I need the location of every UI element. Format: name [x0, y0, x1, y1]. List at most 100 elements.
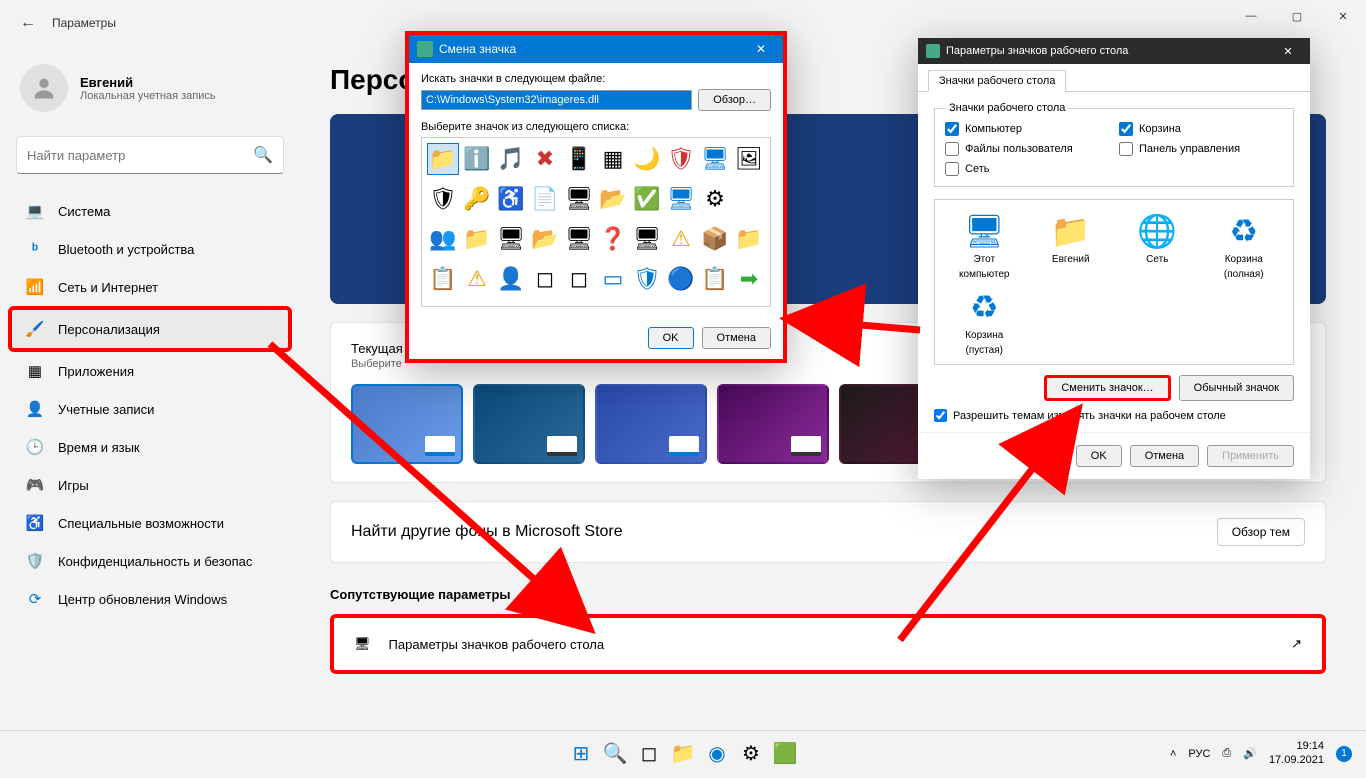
change-icon-button[interactable]: Сменить значок…: [1044, 375, 1170, 401]
tray-chevron-icon[interactable]: ˄: [1170, 748, 1176, 760]
icon-grid[interactable]: 📁 ℹ️ 🎵 ✖ 📱 ▦ 🌙 🛡 🖥 🖼 🛡 🔑 ♿ 📄 🖥 📂 ✅ 🖥 ⚙ 👥…: [421, 137, 771, 307]
icon-path-input[interactable]: [421, 90, 692, 110]
icon-option[interactable]: ✖: [530, 144, 560, 174]
icon-option[interactable]: ◻: [564, 264, 594, 294]
notification-badge[interactable]: 1: [1336, 746, 1352, 762]
icon-preview-list[interactable]: 🖥Этоткомпьютер 📁Евгений 🌐Сеть ♻Корзина(п…: [934, 199, 1294, 365]
icon-option[interactable]: 📁: [428, 144, 458, 174]
icon-option[interactable]: 🔑: [462, 184, 492, 214]
icon-option[interactable]: ➡: [734, 264, 764, 294]
chk-userfiles-input[interactable]: [945, 142, 959, 156]
desktop-icons-tab[interactable]: Значки рабочего стола: [928, 70, 1066, 92]
preview-icon-network[interactable]: 🌐Сеть: [1118, 212, 1197, 280]
minimize-button[interactable]: —: [1228, 0, 1274, 32]
icon-option[interactable]: 🖥: [632, 224, 662, 254]
icon-option[interactable]: ♿: [496, 184, 526, 214]
nav-personalization[interactable]: 🖌️Персонализация: [8, 306, 292, 352]
icon-option[interactable]: 🎵: [496, 144, 526, 174]
network-tray-icon[interactable]: ⎙: [1222, 747, 1231, 760]
nav-accessibility[interactable]: ♿Специальные возможности: [12, 504, 288, 542]
nav-gaming[interactable]: 🎮Игры: [12, 466, 288, 504]
icon-option[interactable]: 👥: [428, 224, 458, 254]
nav-bluetooth[interactable]: ᵇBluetooth и устройства: [12, 230, 288, 268]
icon-option[interactable]: 🔵: [666, 264, 696, 294]
icon-option[interactable]: 🌙: [632, 144, 662, 174]
search-button[interactable]: 🔍: [601, 740, 629, 768]
edge-button[interactable]: ◉: [703, 740, 731, 768]
close-button[interactable]: ✕: [1320, 0, 1366, 32]
ok-button[interactable]: OK: [648, 327, 694, 349]
icon-option[interactable]: ⚠: [666, 224, 696, 254]
browse-button[interactable]: Обзор…: [698, 89, 771, 111]
icon-option[interactable]: 📁: [462, 224, 492, 254]
preview-icon-recycle-empty[interactable]: ♻Корзина(пустая): [945, 288, 1024, 356]
icon-option[interactable]: 🛡: [428, 184, 458, 214]
back-button[interactable]: ←: [20, 14, 36, 32]
search-box[interactable]: 🔍: [16, 136, 284, 174]
icon-option[interactable]: ⚠: [462, 264, 492, 294]
settings-button[interactable]: ⚙: [737, 740, 765, 768]
icon-option[interactable]: 🖥: [564, 224, 594, 254]
volume-tray-icon[interactable]: 🔊: [1243, 747, 1257, 760]
maximize-button[interactable]: ▢: [1274, 0, 1320, 32]
task-view-button[interactable]: ◻: [635, 740, 663, 768]
nav-apps[interactable]: ▦Приложения: [12, 352, 288, 390]
theme-option-4[interactable]: [717, 384, 829, 464]
chk-recycle[interactable]: Корзина: [1119, 122, 1283, 136]
chk-network[interactable]: Сеть: [945, 162, 1109, 176]
preview-icon-computer[interactable]: 🖥Этоткомпьютер: [945, 212, 1024, 280]
icon-option[interactable]: 📋: [428, 264, 458, 294]
icon-option[interactable]: ✅: [632, 184, 662, 214]
icon-option[interactable]: 📁: [734, 224, 764, 254]
icon-option[interactable]: ◻: [530, 264, 560, 294]
theme-option-3[interactable]: [595, 384, 707, 464]
icon-option[interactable]: 📦: [700, 224, 730, 254]
chk-control-input[interactable]: [1119, 142, 1133, 156]
dialog-close-button[interactable]: ✕: [1274, 45, 1302, 58]
icon-option[interactable]: 🖥: [700, 144, 730, 174]
start-button[interactable]: ⊞: [567, 740, 595, 768]
icon-option[interactable]: 🖥: [496, 224, 526, 254]
user-block[interactable]: Евгений Локальная учетная запись: [8, 46, 292, 130]
nav-privacy[interactable]: 🛡️Конфиденциальность и безопас: [12, 542, 288, 580]
icon-option[interactable]: 🛡: [632, 264, 662, 294]
icon-option[interactable]: ❓: [598, 224, 628, 254]
ok-button[interactable]: OK: [1076, 445, 1122, 467]
icon-option[interactable]: 🖥: [666, 184, 696, 214]
default-icon-button[interactable]: Обычный значок: [1179, 375, 1294, 401]
chk-computer-input[interactable]: [945, 122, 959, 136]
app-button[interactable]: 🟩: [771, 740, 799, 768]
chk-control[interactable]: Панель управления: [1119, 142, 1283, 156]
preview-icon-user[interactable]: 📁Евгений: [1032, 212, 1111, 280]
icon-option[interactable]: [734, 184, 764, 214]
allow-themes-checkbox[interactable]: [934, 409, 947, 422]
dialog-title-bar[interactable]: Смена значка ✕: [409, 35, 783, 63]
dialog-close-button[interactable]: ✕: [747, 42, 775, 56]
icon-option[interactable]: 🛡: [666, 144, 696, 174]
icon-option[interactable]: 🖥: [564, 184, 594, 214]
icon-option[interactable]: ▭: [598, 264, 628, 294]
chk-computer[interactable]: Компьютер: [945, 122, 1109, 136]
nav-time[interactable]: 🕒Время и язык: [12, 428, 288, 466]
chk-recycle-input[interactable]: [1119, 122, 1133, 136]
clock[interactable]: 19:14 17.09.2021: [1269, 740, 1324, 766]
apply-button[interactable]: Применить: [1207, 445, 1294, 467]
language-indicator[interactable]: РУС: [1188, 748, 1210, 760]
icon-option[interactable]: ⚙: [700, 184, 730, 214]
explorer-button[interactable]: 📁: [669, 740, 697, 768]
search-input[interactable]: [27, 148, 253, 163]
icon-option[interactable]: 👤: [496, 264, 526, 294]
dialog-title-bar[interactable]: Параметры значков рабочего стола ✕: [918, 38, 1310, 64]
icon-option[interactable]: 📂: [598, 184, 628, 214]
theme-option-1[interactable]: [351, 384, 463, 464]
icon-option[interactable]: 📱: [564, 144, 594, 174]
preview-icon-recycle-full[interactable]: ♻Корзина(полная): [1205, 212, 1284, 280]
icon-option[interactable]: ℹ️: [462, 144, 492, 174]
cancel-button[interactable]: Отмена: [1130, 445, 1199, 467]
nav-system[interactable]: 💻Система: [12, 192, 288, 230]
icon-option[interactable]: 📋: [700, 264, 730, 294]
browse-themes-button[interactable]: Обзор тем: [1217, 518, 1305, 546]
chk-userfiles[interactable]: Файлы пользователя: [945, 142, 1109, 156]
icon-option[interactable]: 📄: [530, 184, 560, 214]
icon-option[interactable]: ▦: [598, 144, 628, 174]
